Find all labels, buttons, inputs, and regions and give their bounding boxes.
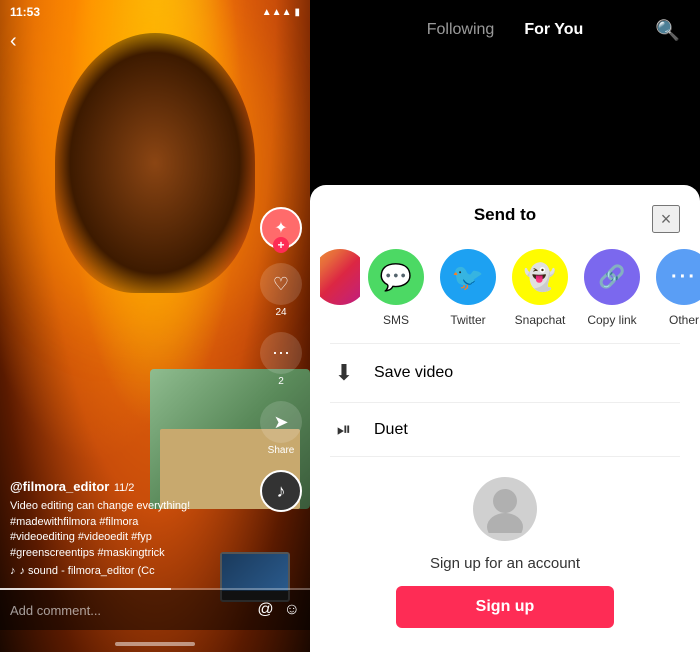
user-avatar — [473, 477, 537, 541]
wifi-icon: ▲▲▲ — [262, 7, 292, 18]
partial-share-item — [320, 249, 360, 327]
send-to-sheet: Send to × 💬 SMS 🐦 Twitter — [310, 185, 700, 652]
left-panel: 11:53 ▲▲▲ ▮ ‹ ✦ + ♡ 24 ⋯ 2 ➤ Share ♪ — [0, 0, 310, 652]
twitter-label: Twitter — [450, 313, 485, 327]
nav-tabs: Following For You — [427, 21, 584, 39]
avatar[interactable]: ✦ + — [260, 207, 302, 249]
comment-count: 2 — [278, 376, 284, 387]
instagram-icon — [320, 249, 360, 305]
back-button[interactable]: ‹ — [10, 30, 17, 53]
search-icon[interactable]: 🔍 — [655, 18, 680, 43]
save-icon: ⬇ — [330, 360, 358, 386]
heart-icon[interactable]: ♡ — [260, 263, 302, 305]
clock: 11:53 — [10, 5, 40, 19]
save-video-label: Save video — [374, 364, 453, 382]
status-bar: 11:53 ▲▲▲ ▮ — [0, 0, 310, 24]
video-feed-area — [310, 60, 700, 185]
sheet-header: Send to × — [310, 205, 700, 241]
duet-label: Duet — [374, 421, 408, 439]
share-action[interactable]: ➤ Share — [260, 401, 302, 456]
follow-plus-badge: + — [273, 237, 289, 253]
emoji-icon[interactable]: ☺ — [284, 601, 300, 619]
signup-section: Sign up for an account Sign up — [310, 457, 700, 652]
username: @filmora_editor — [10, 479, 109, 494]
mention-icon[interactable]: @ — [257, 601, 273, 619]
profile-action[interactable]: ✦ + — [260, 207, 302, 249]
comment-icon[interactable]: ⋯ — [260, 332, 302, 374]
video-info: @filmora_editor 11/2 Video editing can c… — [10, 478, 250, 577]
sms-icon: 💬 — [368, 249, 424, 305]
save-video-row[interactable]: ⬇ Save video — [310, 344, 700, 402]
status-icons: ▲▲▲ ▮ — [262, 7, 300, 18]
share-label: Share — [268, 445, 295, 456]
comment-input[interactable]: Add comment... — [10, 603, 249, 618]
tab-following[interactable]: Following — [427, 21, 495, 39]
comment-action[interactable]: ⋯ 2 — [260, 332, 302, 387]
user-silhouette — [485, 485, 525, 533]
other-icon: ··· — [656, 249, 700, 305]
music-note-icon: ♪ — [10, 565, 16, 577]
like-count: 24 — [275, 307, 286, 318]
date: 11/2 — [114, 482, 135, 494]
share-item-copylink[interactable]: 🔗 Copy link — [576, 249, 648, 327]
avatar-icon: ✦ — [274, 218, 287, 238]
snapchat-icon: 👻 — [512, 249, 568, 305]
copy-link-icon: 🔗 — [584, 249, 640, 305]
top-nav: Following For You 🔍 — [310, 0, 700, 60]
other-label: Other — [669, 313, 699, 327]
music-row: ♪ ♪ sound - filmora_editor (Cc — [10, 565, 250, 577]
battery-icon: ▮ — [294, 7, 300, 18]
home-indicator — [115, 642, 195, 646]
right-panel: Following For You 🔍 Send to × 💬 SMS — [310, 0, 700, 652]
signup-prompt: Sign up for an account — [430, 555, 580, 572]
share-icon[interactable]: ➤ — [260, 401, 302, 443]
comment-bar: Add comment... @ ☺ — [0, 590, 310, 630]
snapchat-label: Snapchat — [515, 313, 566, 327]
share-item-sms[interactable]: 💬 SMS — [360, 249, 432, 327]
sms-label: SMS — [383, 313, 409, 327]
share-item-snapchat[interactable]: 👻 Snapchat — [504, 249, 576, 327]
comment-icons: @ ☺ — [257, 601, 300, 619]
action-buttons: ✦ + ♡ 24 ⋯ 2 ➤ Share ♪ — [260, 207, 302, 512]
music-disc[interactable]: ♪ — [260, 470, 302, 512]
share-item-other[interactable]: ··· Other — [648, 249, 700, 327]
share-icons-row: 💬 SMS 🐦 Twitter 👻 Snapchat 🔗 — [310, 241, 700, 343]
sheet-title: Send to — [474, 205, 536, 225]
like-action[interactable]: ♡ 24 — [260, 263, 302, 318]
music-text: ♪ sound - filmora_editor (Cc — [20, 565, 155, 577]
duet-icon: ⏯ — [330, 419, 358, 440]
share-item-twitter[interactable]: 🐦 Twitter — [432, 249, 504, 327]
duet-row[interactable]: ⏯ Duet — [310, 403, 700, 456]
signup-button[interactable]: Sign up — [396, 586, 615, 628]
video-description: Video editing can change everything! #ma… — [10, 499, 250, 561]
video-subject — [55, 33, 255, 293]
copy-link-label: Copy link — [587, 313, 636, 327]
tab-for-you[interactable]: For You — [524, 21, 583, 39]
twitter-icon: 🐦 — [440, 249, 496, 305]
music-disc-icon[interactable]: ♪ — [260, 470, 302, 512]
sheet-close-button[interactable]: × — [652, 205, 680, 233]
